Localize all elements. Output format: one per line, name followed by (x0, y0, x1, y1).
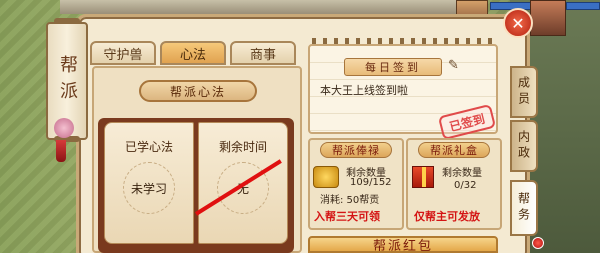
pencil-icon[interactable]: ✎ (448, 58, 459, 73)
learned-value: 未学习 (123, 162, 175, 214)
banner-title: 帮派 (57, 55, 78, 107)
pet-mp-bar (566, 2, 600, 10)
side-tab-guild-affairs[interactable]: 帮务 (510, 180, 538, 236)
pet-avatar[interactable] (530, 0, 566, 36)
daily-signin-title: 每日签到 (344, 58, 442, 76)
tassel-ornament-icon (54, 118, 74, 138)
salary-remain-value: 109/152 (350, 177, 392, 188)
signin-motto: 本大王上线签到啦 (320, 84, 408, 97)
tab-mind-method[interactable]: 心法 (160, 41, 226, 65)
side-tab-internal-affairs[interactable]: 内政 (510, 120, 538, 172)
tassel-icon (56, 140, 66, 162)
notification-dot-icon (532, 237, 544, 249)
gift-remain-label: 剩余数量 (442, 168, 482, 179)
background-roof (60, 0, 480, 14)
gift-note: 仅帮主可发放 (414, 210, 480, 223)
side-tab-members[interactable]: 成员 (510, 66, 538, 118)
gift-remain-value: 0/32 (454, 180, 477, 191)
red-envelope-banner[interactable]: 帮派红包 (308, 236, 498, 253)
salary-note: 入帮三天可领 (314, 210, 380, 223)
tab-commerce[interactable]: 商事 (230, 41, 296, 65)
gift-title: 帮派礼盒 (418, 142, 490, 158)
salary-title: 帮派俸禄 (320, 142, 392, 158)
coin-pile-icon (313, 166, 339, 188)
time-label: 剩余时间 (218, 140, 267, 154)
mind-method-title: 帮派心法 (139, 80, 257, 102)
tab-guardian-beast[interactable]: 守护兽 (90, 41, 156, 65)
gift-box-icon (412, 166, 434, 188)
learned-label: 已学心法 (124, 140, 173, 154)
close-button[interactable]: ✕ (503, 8, 533, 38)
salary-cost: 消耗: 50帮贡 (320, 195, 380, 206)
